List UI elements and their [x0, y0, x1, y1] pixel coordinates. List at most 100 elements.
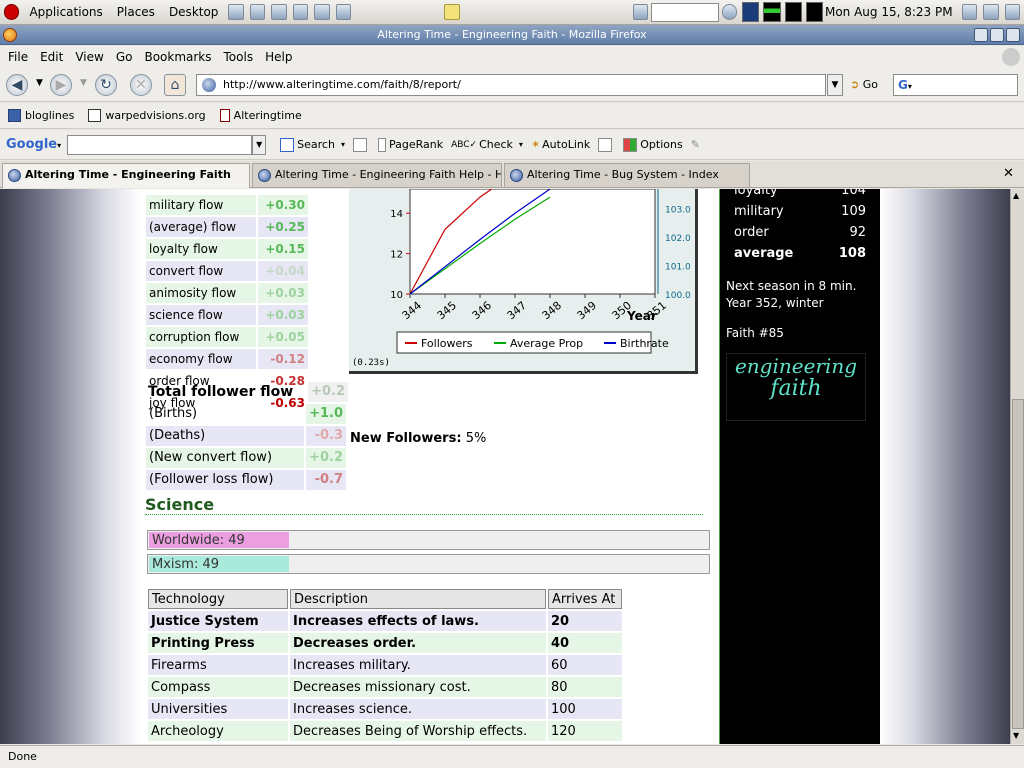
forward-button[interactable]: ▶ — [50, 74, 72, 96]
tab-bug-system[interactable]: Altering Time - Bug System - Index — [504, 163, 750, 187]
window-title: Altering Time - Engineering Faith - Mozi… — [377, 28, 647, 41]
options-button[interactable]: Options — [623, 137, 683, 152]
science-heading: Science — [145, 495, 703, 515]
google-search-button[interactable]: Search ▾ — [280, 137, 345, 152]
legend-label: Birthrate — [620, 337, 669, 350]
menu-file[interactable]: File — [2, 50, 34, 64]
calc-launcher-icon[interactable] — [335, 4, 352, 20]
bookmark-warpedvisions[interactable]: warpedvisions.org — [88, 109, 206, 122]
google-search-dropdown[interactable]: ▼ — [252, 134, 267, 155]
follower-flow-title: Total follower flow — [148, 384, 294, 400]
menu-edit[interactable]: Edit — [34, 50, 69, 64]
y2-tick-label: 102.0 — [665, 234, 691, 244]
scroll-down-arrow[interactable]: ▼ — [1013, 731, 1019, 740]
tech-arrives: 60 — [548, 655, 622, 675]
stat-row-military: military 109 — [734, 204, 866, 219]
tech-desc: Decreases missionary cost. — [290, 677, 546, 697]
y-tick-label: 10 — [390, 290, 403, 301]
chart-svg: 344 345 346 347 348 349 350 351101214100.0101.0… — [352, 189, 691, 368]
places-menu[interactable]: Places — [110, 5, 162, 19]
reload-button[interactable]: ↻ — [95, 74, 117, 96]
menu-tools[interactable]: Tools — [218, 50, 260, 64]
maximize-button[interactable] — [990, 28, 1004, 42]
menu-help[interactable]: Help — [259, 50, 298, 64]
table-row: Universities Increases science. 100 — [148, 699, 622, 719]
follower-flow-row: (New convert flow) +0.2 — [146, 448, 346, 470]
menu-bookmarks[interactable]: Bookmarks — [138, 50, 217, 64]
browser-launcher-icon[interactable] — [249, 4, 266, 20]
close-window-button[interactable] — [1006, 28, 1020, 42]
follower-flow-row: (Births) +1.0 — [146, 404, 346, 426]
tab-faith-help[interactable]: Altering Time - Engineering Faith Help -… — [252, 163, 502, 187]
column-header: Description — [290, 589, 546, 609]
applications-menu[interactable]: Applications — [22, 5, 109, 19]
notes-icon[interactable] — [444, 4, 460, 20]
flow-value: +0.03 — [258, 283, 308, 303]
x-tick-label: 344 — [400, 299, 424, 322]
workspace-icon[interactable] — [1004, 4, 1020, 20]
google-toolbar: Google▾ ▼ Search ▾ PageRank ABC✓ Check ▾ ✶ A… — [0, 130, 1024, 160]
desktop-menu[interactable]: Desktop — [162, 5, 226, 19]
terminal-launcher-icon[interactable] — [228, 4, 244, 20]
google-search-input[interactable] — [67, 134, 253, 155]
scroll-up-arrow[interactable]: ▲ — [1013, 191, 1019, 200]
bookmark-bloglines[interactable]: bloglines — [8, 109, 74, 122]
flow-value: +0.05 — [258, 327, 308, 347]
close-tab-button[interactable]: ✕ — [1003, 166, 1014, 181]
follower-flow-value: -0.7 — [306, 470, 346, 490]
flow-value: +0.03 — [258, 305, 308, 325]
stat-value: 109 — [841, 204, 866, 219]
autolink-button[interactable]: ✶ AutoLink — [531, 138, 590, 151]
tech-name: Firearms — [148, 655, 288, 675]
tech-desc: Increases effects of laws. — [290, 611, 546, 631]
minimize-button[interactable] — [974, 28, 988, 42]
home-button[interactable]: ⌂ — [164, 74, 186, 96]
panel-search-input[interactable] — [651, 2, 719, 22]
menu-go[interactable]: Go — [110, 50, 139, 64]
volume-icon[interactable] — [983, 4, 999, 20]
vertical-scrollbar[interactable]: ▲ ▼ — [1010, 189, 1024, 744]
pagerank-button[interactable]: PageRank — [377, 137, 443, 152]
search-icon[interactable] — [721, 4, 738, 20]
autofill-button[interactable] — [598, 137, 615, 152]
url-bar[interactable]: http://www.alteringtime.com/faith/8/repo… — [196, 74, 826, 96]
google-brand-button[interactable]: Google▾ — [6, 137, 61, 152]
writer-launcher-icon[interactable] — [292, 4, 309, 20]
page-favicon — [202, 78, 216, 92]
tab-engineering-faith[interactable]: Altering Time - Engineering Faith — [2, 163, 250, 188]
impress-launcher-icon[interactable] — [314, 4, 330, 20]
table-row: Printing Press Decreases order. 40 — [148, 633, 622, 653]
check-button[interactable]: ABC✓ Check ▾ — [451, 138, 523, 151]
network-icon[interactable] — [632, 4, 649, 20]
menu-view[interactable]: View — [69, 50, 109, 64]
x-tick-label: 347 — [505, 299, 529, 322]
search-engine-box[interactable]: G▾ — [893, 74, 1018, 96]
flow-label: (average) flow — [146, 217, 256, 237]
forward-dropdown-icon[interactable]: ▼ — [80, 78, 87, 88]
back-dropdown-icon[interactable]: ▼ — [36, 78, 43, 88]
bookmark-alteringtime[interactable]: Alteringtime — [219, 109, 302, 122]
flow-value: +0.15 — [258, 239, 308, 259]
scrollbar-thumb[interactable] — [1012, 399, 1024, 729]
legend-label: Followers — [421, 337, 473, 350]
bloglines-icon — [8, 109, 21, 122]
stat-label: average — [734, 246, 794, 261]
flow-label: military flow — [146, 195, 256, 215]
chart-timing: (0.23s) — [352, 358, 390, 368]
highlight-button[interactable]: ✎ — [691, 138, 700, 151]
mail-launcher-icon[interactable] — [271, 4, 287, 20]
load-monitor-icon — [805, 2, 823, 22]
news-icon — [352, 137, 367, 152]
back-button[interactable]: ◀ — [6, 74, 28, 96]
go-button[interactable]: ➲ Go — [850, 78, 878, 91]
science-bar-label: Mxism: 49 — [152, 557, 220, 572]
flow-label: loyalty flow — [146, 239, 256, 259]
x-tick-label: 348 — [540, 299, 564, 322]
news-button[interactable] — [352, 137, 370, 152]
panel-clock[interactable]: Mon Aug 15, 8:23 PM — [825, 5, 953, 19]
display-icon[interactable] — [961, 4, 978, 20]
memory-monitor-icon — [763, 2, 781, 22]
url-dropdown-button[interactable]: ▼ — [827, 74, 843, 96]
stop-button[interactable]: ✕ — [130, 74, 152, 96]
redhat-icon[interactable] — [4, 4, 20, 20]
